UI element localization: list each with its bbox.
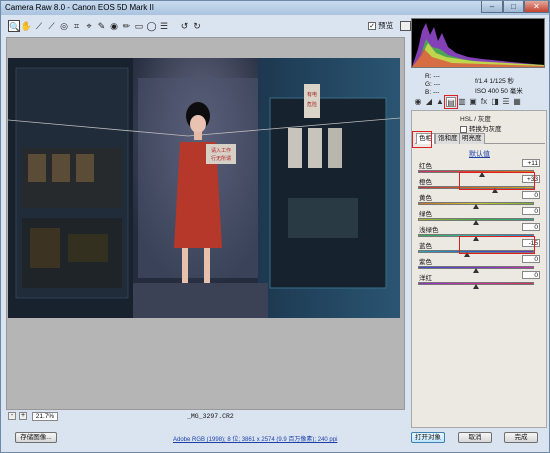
slider-label: 绿色 <box>419 211 432 218</box>
held-sign-text-1: 请入工作 <box>211 147 231 154</box>
cancel-button[interactable]: 取消 <box>458 432 492 443</box>
slider-thumb[interactable] <box>473 284 479 289</box>
panel-tab-presets[interactable]: ☰ <box>501 97 511 107</box>
panel-tab-camera-calibration[interactable]: ◨ <box>490 97 500 107</box>
hsl-panel: HSL / 灰度 转换为灰度 色相 饱和度 明亮度 默认值 红色 +11 橙色 +33… <box>411 110 547 428</box>
slider-value-field[interactable]: 0 <box>522 255 540 263</box>
hsl-subtabs: 色相 饱和度 明亮度 <box>415 133 545 144</box>
slider-value-field[interactable]: +11 <box>522 159 540 167</box>
zoom-level-select[interactable]: 21.7% <box>32 412 58 421</box>
info-aperture: f/1.4 1/125 秒 <box>475 78 515 85</box>
slider-label: 蓝色 <box>419 243 432 250</box>
panel-tabs: ◉ ◢ ▲ ▤ ▥ ▣ fx ◨ ☰ ▦ <box>411 97 547 109</box>
info-b: B: --- <box>425 89 440 96</box>
panel-tab-tone-curve[interactable]: ◢ <box>424 97 434 107</box>
title-bar[interactable]: Camera Raw 8.0 - Canon EOS 5D Mark II – … <box>1 1 549 15</box>
photo-image: 有电 危险 请入工作 行无所谓 <box>8 58 400 318</box>
camera-raw-window: Camera Raw 8.0 - Canon EOS 5D Mark II – … <box>0 0 550 453</box>
adjustment-brush-icon[interactable]: ✏ <box>121 20 133 32</box>
highlight-box-orange <box>459 172 535 190</box>
zoom-tool-icon[interactable]: 🔍 <box>8 20 20 32</box>
info-g: G: --- <box>425 81 441 88</box>
zoom-controls: - + 21.7% <box>8 412 68 422</box>
slider-label: 洋红 <box>419 275 432 282</box>
info-r: R: --- <box>425 73 440 80</box>
targeted-adjustment-tool-icon[interactable]: ◎ <box>58 20 70 32</box>
tab-luminance[interactable]: 明亮度 <box>459 133 485 144</box>
maximize-button[interactable]: □ <box>503 1 524 13</box>
slider-value-field[interactable]: 0 <box>522 223 540 231</box>
slider-value-field[interactable]: 0 <box>522 207 540 215</box>
graduated-filter-icon[interactable]: ▭ <box>133 20 145 32</box>
white-balance-tool-icon[interactable]: ⟋ <box>33 20 45 32</box>
open-object-button[interactable]: 打开对象 <box>411 432 445 443</box>
photo-preview[interactable]: 有电 危险 请入工作 行无所谓 <box>8 58 400 318</box>
panel-tab-basic[interactable]: ◉ <box>413 97 423 107</box>
file-name: _MG_3297.CR2 <box>187 413 234 420</box>
preferences-icon[interactable]: ☰ <box>158 20 170 32</box>
toolbar: 🔍 ✋ ⟋ ⟋ ◎ ⌗ ⌖ ✎ ◉ ✏ ▭ ◯ ☰ ↺ ↻ ✓ 预览 <box>8 19 411 35</box>
slider-label: 浅绿色 <box>419 227 439 234</box>
slider-value-field[interactable]: 0 <box>522 271 540 279</box>
color-sampler-tool-icon[interactable]: ⟋ <box>46 20 58 32</box>
camera-info: R: --- G: --- B: --- f/1.4 1/125 秒 ISO 4… <box>411 70 545 96</box>
done-button[interactable]: 完成 <box>504 432 538 443</box>
zoom-in-button[interactable]: + <box>19 412 27 420</box>
preview-checkbox[interactable]: ✓ <box>368 22 376 31</box>
slider-label: 橙色 <box>419 179 432 186</box>
hand-tool-icon[interactable]: ✋ <box>21 20 33 32</box>
info-iso: ISO 400 50 毫米 <box>475 88 523 95</box>
slider-row: 洋红 0 <box>416 271 542 291</box>
slider-label: 红色 <box>419 163 432 170</box>
highlight-box-hsl-tab <box>444 95 458 109</box>
preview-toggle[interactable]: ✓ 预览 <box>368 20 393 31</box>
slider-label: 紫色 <box>419 259 432 266</box>
slider-label: 黄色 <box>419 195 432 202</box>
close-button[interactable]: ✕ <box>524 1 549 13</box>
grayscale-label: 转换为灰度 <box>469 126 502 133</box>
panel-tab-snapshots[interactable]: ▦ <box>512 97 522 107</box>
panel-tab-effects[interactable]: fx <box>479 97 489 107</box>
spot-removal-tool-icon[interactable]: ✎ <box>96 20 108 32</box>
highlight-box-blue <box>459 236 535 254</box>
grayscale-checkbox[interactable] <box>460 125 467 133</box>
panel-tab-split-toning[interactable]: ▥ <box>457 97 467 107</box>
slider-value-field[interactable]: 0 <box>522 191 540 199</box>
red-eye-removal-tool-icon[interactable]: ◉ <box>108 20 120 32</box>
danger-sign-text-1: 有电 <box>307 91 317 98</box>
rotate-ccw-icon[interactable]: ↺ <box>179 20 191 32</box>
bottom-bar: 存储图像... Adobe RGB (1998); 8 位; 3861 x 25… <box>1 428 549 452</box>
rotate-cw-icon[interactable]: ↻ <box>191 20 203 32</box>
held-sign-text-2: 行无所谓 <box>211 155 231 162</box>
danger-sign-text-2: 危险 <box>307 101 317 108</box>
window-title: Camera Raw 8.0 - Canon EOS 5D Mark II <box>5 3 154 12</box>
crop-tool-icon[interactable]: ⌗ <box>71 20 83 32</box>
grayscale-toggle[interactable]: 转换为灰度 <box>460 123 502 133</box>
preview-label: 预览 <box>378 21 394 30</box>
panel-title: HSL / 灰度 <box>460 116 491 123</box>
fullscreen-icon[interactable] <box>400 21 411 31</box>
highlight-box-hue-tab <box>412 131 432 148</box>
minimize-button[interactable]: – <box>481 1 503 13</box>
histogram[interactable] <box>411 18 545 68</box>
zoom-out-button[interactable]: - <box>8 412 16 420</box>
radial-filter-icon[interactable]: ◯ <box>146 20 158 32</box>
panel-tab-lens-corrections[interactable]: ▣ <box>468 97 478 107</box>
histogram-graph <box>412 23 544 67</box>
save-image-button[interactable]: 存储图像... <box>15 432 57 443</box>
straighten-tool-icon[interactable]: ⌖ <box>83 20 95 32</box>
tab-saturation[interactable]: 饱和度 <box>435 133 461 144</box>
workflow-options-link[interactable]: Adobe RGB (1998); 8 位; 3861 x 2574 (9.9 … <box>173 434 337 443</box>
default-link[interactable]: 默认值 <box>469 149 490 159</box>
